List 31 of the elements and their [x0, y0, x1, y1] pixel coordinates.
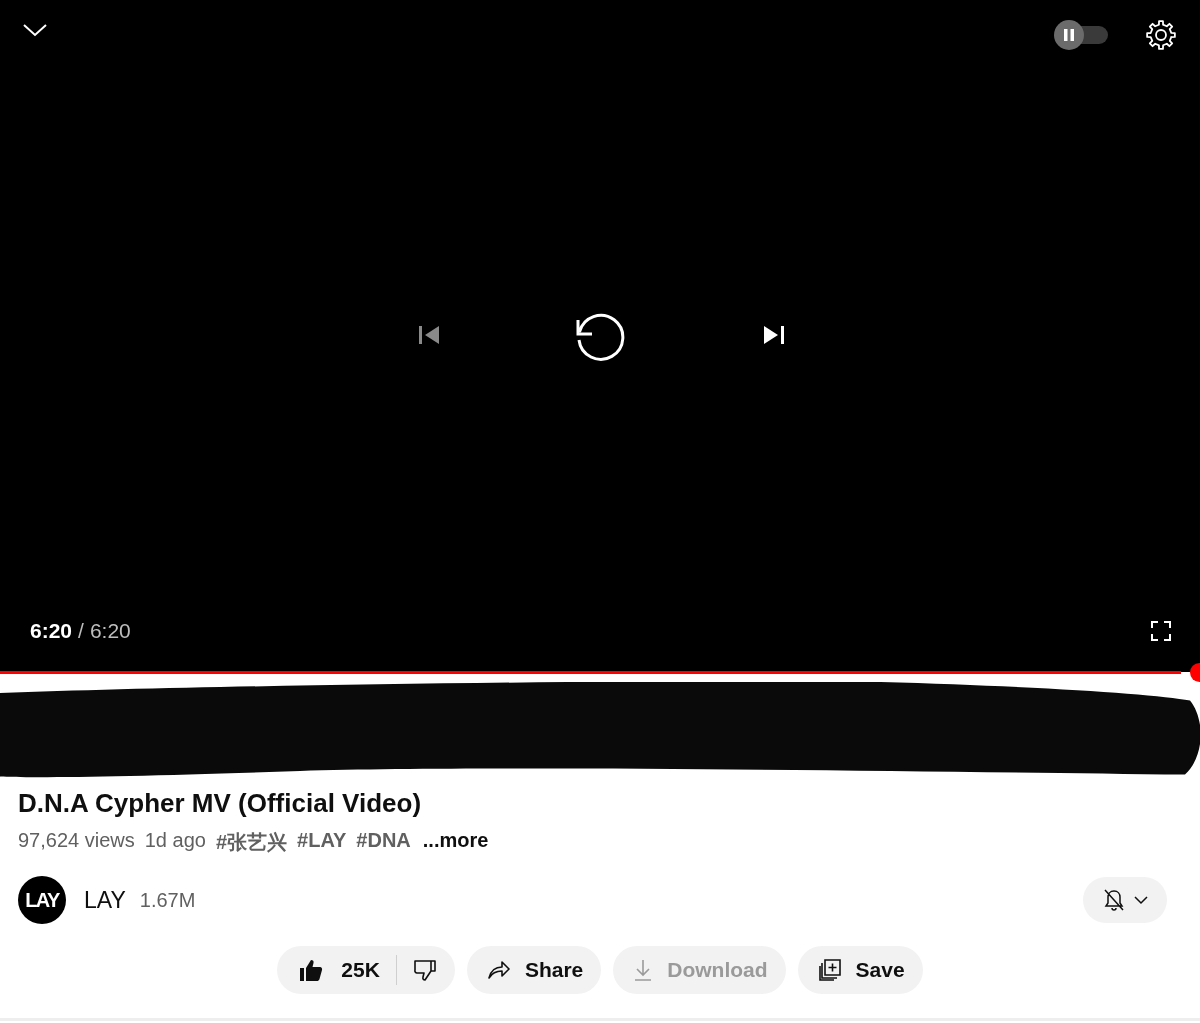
playlist-add-icon	[817, 958, 842, 982]
hashtag-link[interactable]: #DNA	[356, 829, 411, 856]
like-button[interactable]: 25K	[277, 946, 396, 994]
subscriber-count: 1.67M	[139, 888, 196, 912]
current-time: 6:20	[30, 619, 73, 643]
upload-age: 1d ago	[144, 829, 206, 853]
autoplay-toggle[interactable]	[1054, 20, 1108, 50]
thumbs-up-icon	[299, 958, 324, 982]
channel-avatar[interactable]: LAY	[18, 876, 66, 924]
bell-off-icon	[1102, 888, 1126, 912]
share-icon	[486, 960, 511, 980]
time-separator: /	[78, 619, 84, 643]
download-icon	[633, 958, 654, 982]
pause-icon	[1062, 28, 1076, 42]
fullscreen-icon[interactable]	[1151, 621, 1171, 641]
total-time: 6:20	[89, 619, 131, 643]
chevron-down-icon	[1134, 895, 1148, 905]
channel-name[interactable]: LAY	[84, 886, 126, 914]
chevron-down-icon[interactable]	[22, 22, 48, 38]
hashtag-link[interactable]: #LAY	[297, 829, 347, 856]
video-player[interactable]: 6:20 / 6:20	[0, 0, 1200, 663]
view-count: 97,624 views	[18, 829, 135, 853]
thumbs-down-icon	[412, 958, 437, 982]
more-link[interactable]: ...more	[422, 829, 489, 856]
notifications-button[interactable]	[1083, 877, 1167, 923]
video-title: D.N.A Cypher MV (Official Video)	[18, 788, 423, 819]
settings-icon[interactable]	[1145, 19, 1177, 51]
next-icon[interactable]	[762, 323, 786, 347]
save-button[interactable]: Save	[797, 946, 923, 994]
share-button[interactable]: Share	[466, 946, 602, 994]
hashtag-link[interactable]: #张艺兴	[215, 829, 288, 856]
